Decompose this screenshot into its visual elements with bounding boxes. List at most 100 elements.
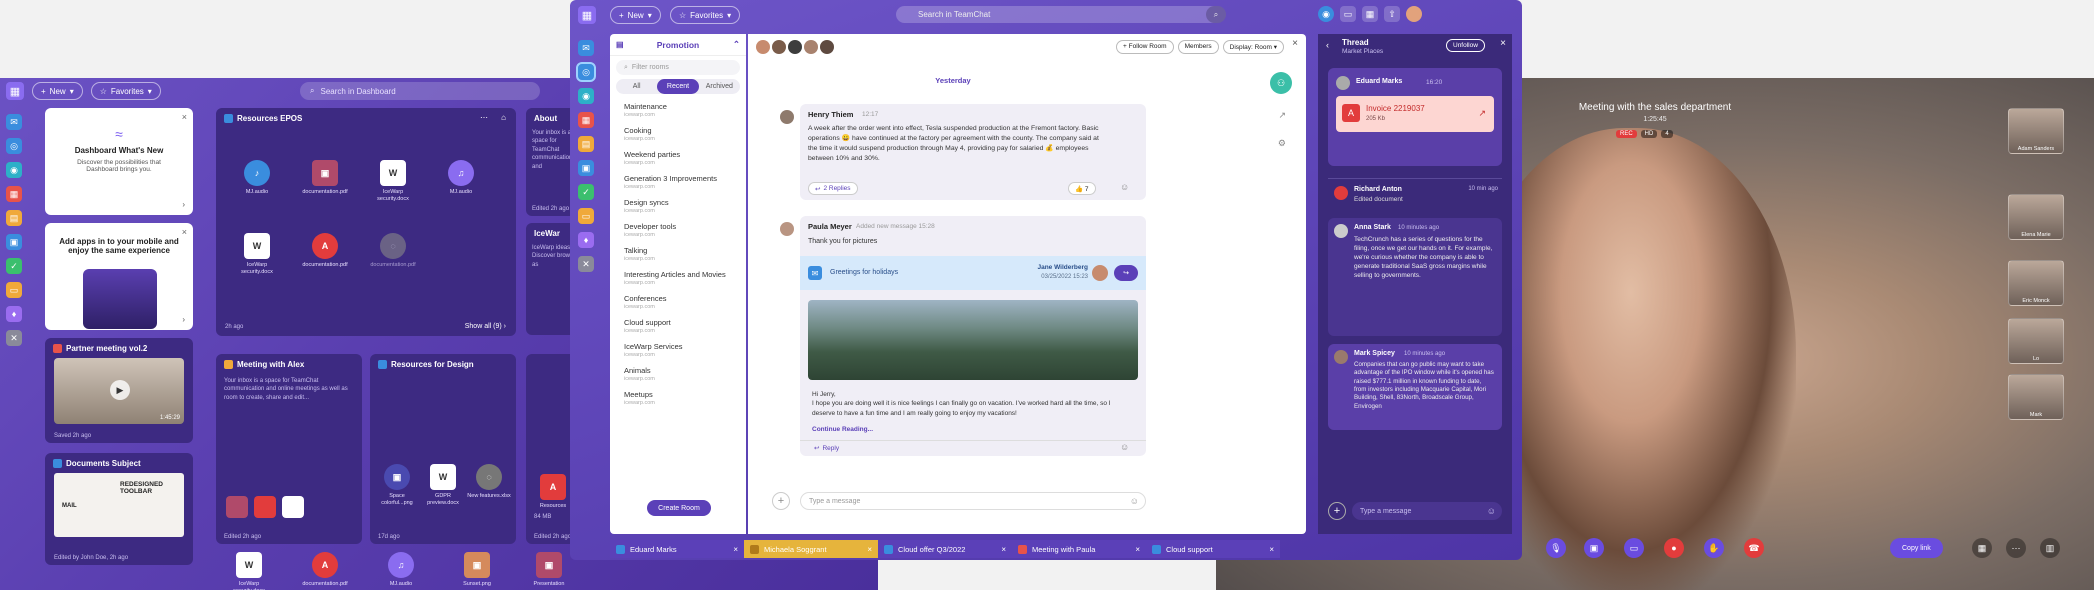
whats-new-card[interactable]: × ≈ Dashboard What's New Discover the po… — [45, 108, 193, 215]
raise-hand-button[interactable]: ✋ — [1704, 538, 1724, 558]
files-icon[interactable]: ▭ — [6, 282, 22, 298]
message-input[interactable]: Type a message ☺ — [800, 492, 1146, 510]
teamchat-search-input[interactable]: Search in TeamChat ⌕ — [896, 6, 1226, 23]
room-item[interactable]: Generation 3 Improvements icewarp.com — [610, 170, 746, 194]
participant-tile[interactable]: Elena Marie — [2008, 194, 2064, 240]
file-item[interactable]: ♫ MJ.audio — [378, 552, 424, 588]
add-reaction-icon[interactable]: ☺ — [1120, 442, 1129, 452]
mail-icon[interactable]: ✉ — [578, 40, 594, 56]
continue-reading-link[interactable]: Continue Reading... — [812, 426, 873, 433]
sidebar-toggle-button[interactable]: ▥ — [2040, 538, 2060, 558]
members-button[interactable]: Members — [1177, 40, 1219, 54]
more-button[interactable]: ⋯ — [2006, 538, 2026, 558]
file-item[interactable]: WIceWarp security.docx — [226, 552, 272, 590]
file-item[interactable]: W GDPR preview.docx — [420, 464, 466, 506]
close-icon[interactable]: × — [1135, 545, 1140, 554]
file-item[interactable]: ♫ MJ.audio — [438, 160, 484, 196]
resources-epos-card[interactable]: Resources EPOS ⋯ ⌂ ♪ MJ.audio ▣ documentat… — [216, 108, 516, 336]
chat-icon[interactable]: ▭ — [1340, 6, 1356, 22]
more-icon[interactable]: ⋯ — [480, 113, 488, 122]
favorites-button[interactable]: ☆ Favorites ▾ — [90, 82, 161, 100]
room-item[interactable]: Talking icewarp.com — [610, 242, 746, 266]
tasks-icon[interactable]: ✓ — [578, 184, 594, 200]
screen-share-button[interactable]: ▭ — [1624, 538, 1644, 558]
upload-icon[interactable]: ⇧ — [1384, 6, 1400, 22]
share-icon[interactable]: ↗ — [1278, 110, 1286, 121]
message-paula[interactable]: Paula Meyer Added new message 15:28 Than… — [800, 216, 1146, 456]
filter-rooms-input[interactable]: ⌕ Filter rooms — [616, 60, 740, 75]
add-member-button[interactable]: ⚇ — [1270, 72, 1292, 94]
meeting-alex-card[interactable]: Meeting with Alex Your inbox is a space … — [216, 354, 362, 544]
file-item[interactable]: ▣ Space colorful...png — [374, 464, 420, 506]
files-icon[interactable]: ▭ — [578, 208, 594, 224]
layout-button[interactable]: ▦ — [1972, 538, 1992, 558]
notes-icon[interactable]: ▤ — [578, 136, 594, 152]
room-item[interactable]: Interesting Articles and Movies icewarp.c… — [610, 266, 746, 290]
tab-cloud-support[interactable]: Cloud support × — [1146, 540, 1280, 558]
room-item[interactable]: Weekend parties icewarp.com — [610, 146, 746, 170]
close-icon[interactable]: × — [182, 112, 187, 122]
file-item[interactable]: ▣ Presentation — [526, 552, 572, 588]
attach-button[interactable]: + — [1328, 502, 1346, 520]
tab-archived[interactable]: Archived — [699, 79, 740, 94]
apps-grid-icon[interactable]: ▦ — [578, 6, 596, 24]
calendar-icon[interactable]: ▦ — [1362, 6, 1378, 22]
thread-root-message[interactable]: Eduard Marks 16:20 A Invoice 2219037 205… — [1328, 68, 1502, 166]
room-item[interactable]: Cooking icewarp.com — [610, 122, 746, 146]
attach-button[interactable]: + — [772, 492, 790, 510]
display-room-select[interactable]: Display: Room ▾ — [1222, 40, 1284, 54]
file-item[interactable]: ▣ Sunset.png — [454, 552, 500, 588]
tab-all[interactable]: All — [616, 79, 657, 94]
back-icon[interactable]: ‹ — [1326, 40, 1329, 50]
documents-icon[interactable]: ▣ — [578, 160, 594, 176]
inbox-icon[interactable]: ♦ — [6, 306, 22, 322]
partner-meeting-card[interactable]: Partner meeting vol.2 ▶ 1:45:29 Saved 2h… — [45, 338, 193, 443]
close-icon[interactable]: × — [867, 545, 872, 554]
tasks-icon[interactable]: ✓ — [6, 258, 22, 274]
room-item[interactable]: Cloud support icewarp.com — [610, 314, 746, 338]
invoice-attachment[interactable]: A Invoice 2219037 205 Kb ↗ — [1336, 96, 1494, 132]
thread-message-input[interactable]: Type a message ☺ — [1352, 502, 1502, 520]
teamchat-icon[interactable]: ◎ — [6, 138, 22, 154]
open-card-button[interactable]: ↪ — [1114, 265, 1138, 281]
follow-room-button[interactable]: + Follow Room — [1116, 40, 1174, 54]
file-item[interactable]: WIceWarp security.docx — [370, 160, 416, 202]
room-item[interactable]: Design syncs icewarp.com — [610, 194, 746, 218]
documents-subject-card[interactable]: Documents Subject REDESIGNED TOOLBAR MAI… — [45, 453, 193, 565]
tab-cloud-offer[interactable]: Cloud offer Q3/2022 × — [878, 540, 1012, 558]
file-item[interactable]: ◌ New features.xlsx — [466, 464, 512, 500]
dashboard-search-input[interactable]: ⌕ Search in Dashboard — [300, 82, 540, 100]
chat-icon[interactable]: ◉ — [578, 88, 594, 104]
participant-tile[interactable]: Eric Monck — [2008, 260, 2064, 306]
teamchat-icon[interactable]: ◉ — [1318, 6, 1334, 22]
file-item[interactable]: ▣ documentation.pdf — [302, 160, 348, 196]
tab-eduard-marks[interactable]: Eduard Marks × — [610, 540, 744, 558]
file-item[interactable]: WIceWarp security.docx — [234, 233, 280, 275]
participant-tile[interactable]: Adam Sanders — [2008, 108, 2064, 154]
add-reaction-icon[interactable]: ☺ — [1120, 182, 1129, 192]
file-item[interactable]: ♪ MJ.audio — [234, 160, 280, 196]
lock-icon[interactable]: ⌂ — [501, 113, 506, 122]
replies-button[interactable]: ↩ 2 Replies — [808, 182, 858, 195]
room-item[interactable]: IceWarp Services icewarp.com — [610, 338, 746, 362]
chevron-right-icon[interactable]: › — [182, 315, 185, 324]
tab-recent[interactable]: Recent — [657, 79, 699, 94]
close-icon[interactable]: × — [1269, 545, 1274, 554]
resources-design-card[interactable]: Resources for Design ▣ Space colorful...p… — [370, 354, 516, 544]
hang-up-button[interactable]: ☎ — [1744, 538, 1764, 558]
close-icon[interactable]: × — [1001, 545, 1006, 554]
record-button[interactable]: ● — [1664, 538, 1684, 558]
thread-item[interactable]: Richard Anton 10 min ago Edited document — [1328, 182, 1502, 212]
file-item[interactable]: ◌ documentation.pdf — [370, 233, 416, 269]
settings-icon[interactable]: ✕ — [578, 256, 594, 272]
chevron-up-icon[interactable]: ⌃ — [733, 39, 740, 50]
tab-meeting-paula[interactable]: Meeting with Paula × — [1012, 540, 1146, 558]
notes-icon[interactable]: ▤ — [6, 210, 22, 226]
participant-tile[interactable]: Mark — [2008, 374, 2064, 420]
thread-item[interactable]: Anna Stark 10 minutes ago TechCrunch has… — [1328, 218, 1502, 336]
new-button[interactable]: + New ▾ — [32, 82, 83, 100]
settings-icon[interactable]: ✕ — [6, 330, 22, 346]
reaction-badge[interactable]: 👍 7 — [1068, 182, 1096, 195]
room-group-header[interactable]: ▤ Promotion ⌃ — [610, 34, 746, 56]
thread-item[interactable]: Mark Spicey 10 minutes ago Companies tha… — [1328, 344, 1502, 430]
